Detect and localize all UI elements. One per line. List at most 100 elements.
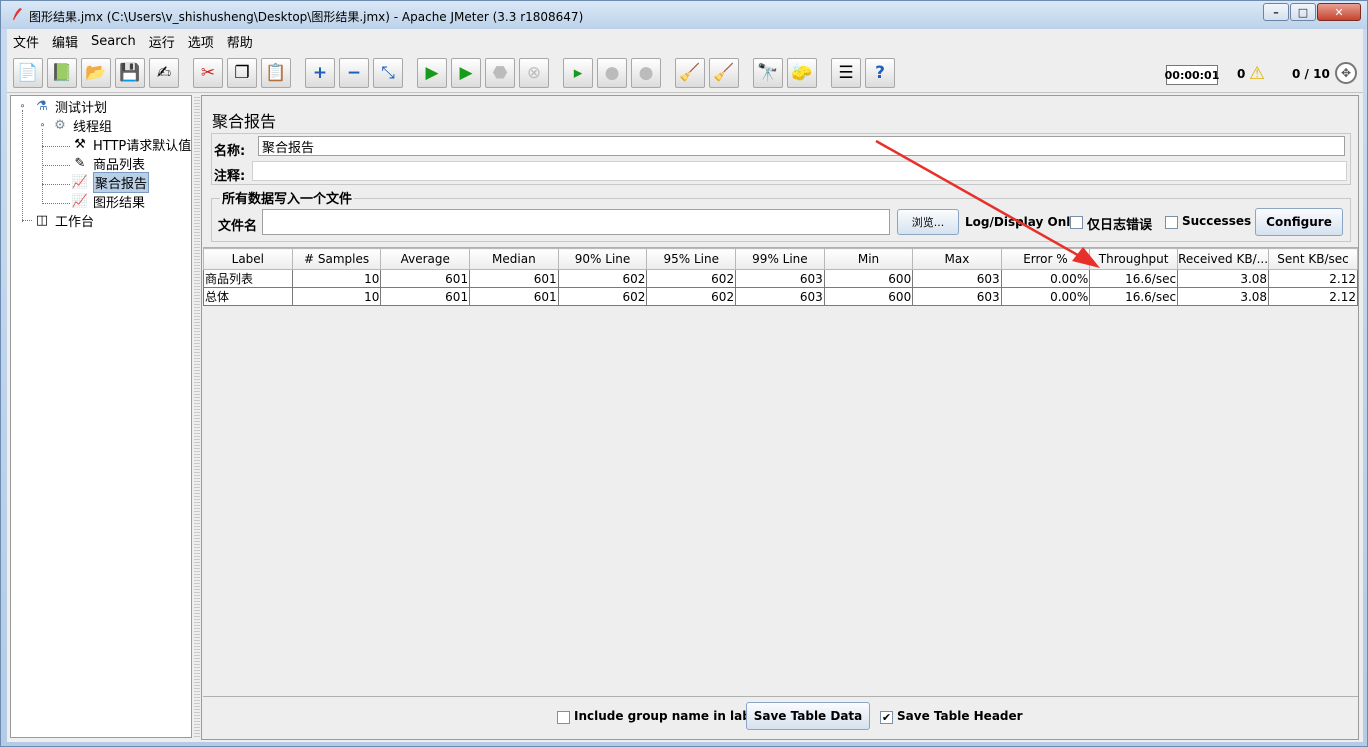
shutdown-icon[interactable]: ⊗ [519,58,549,88]
expander-thread-group[interactable]: ⚬ [38,121,47,131]
tree-item-http-defaults[interactable]: ⚒ HTTP请求默认值 [71,135,191,154]
jmeter-window: 图形结果.jmx (C:\Users\v_shishusheng\Desktop… [0,0,1368,747]
clear-all-icon[interactable]: 🧹 [709,58,739,88]
tree-item-aggregate-report[interactable]: 📈 聚合报告 [71,171,150,193]
new-icon[interactable]: 📄 [13,58,43,88]
table-actions-bar: Include group name in label? Save Table … [203,699,1358,739]
help-icon[interactable]: ? [865,58,895,88]
filename-label: 文件名 [218,219,258,234]
expander-plan[interactable]: ⚬ [18,102,27,112]
comment-field[interactable] [252,161,1347,181]
tree-line [42,129,43,204]
results-table: Label # Samples Average Median 90% Line … [203,248,1358,306]
tree-item-product-list[interactable]: ✎ 商品列表 [71,154,145,173]
table-row[interactable]: 商品列表 10 601 601 602 602 603 600 603 0.00… [203,269,1358,288]
save-table-header-checkbox[interactable]: ✔ [880,711,893,724]
name-field[interactable]: 聚合报告 [258,136,1345,156]
open-icon[interactable]: 📂 [81,58,111,88]
save-icon[interactable]: 💾 [115,58,145,88]
table-cell: 商品列表 [203,269,293,288]
column-header-99-line[interactable]: 99% Line [735,248,825,270]
menu-bar: 文件 编辑 Search 运行 选项 帮助 [7,29,1363,53]
maximize-icon: □ [1297,5,1309,19]
start-no-pauses-icon[interactable]: ▶ [451,58,481,88]
configure-button[interactable]: Configure [1255,208,1343,236]
log-display-only-label: Log/Display Only: [965,215,1083,229]
tree-item-graph-results[interactable]: 📈 图形结果 [71,192,145,211]
start-icon[interactable]: ▶ [417,58,447,88]
comment-label: 注释: [214,169,246,184]
cut-icon[interactable]: ✂ [193,58,223,88]
table-cell: 2.12 [1268,269,1358,288]
toggle-icon[interactable]: ⤡ [373,58,403,88]
column-header-samples[interactable]: # Samples [291,248,382,270]
errors-only-checkbox[interactable] [1070,216,1083,229]
save-as-icon[interactable]: ✍ [149,58,179,88]
pipette-icon: ✎ [74,155,86,171]
stop-icon[interactable]: ⬣ [485,58,515,88]
table-cell: 10 [291,287,382,306]
tree-item-test-plan[interactable]: ⚗ 测试计划 [33,97,108,116]
table-cell: 16.6/sec [1089,269,1179,288]
name-label: 名称: [214,144,246,159]
search-icon[interactable]: 🔭 [753,58,783,88]
collapse-icon[interactable]: − [339,58,369,88]
expand-icon[interactable]: + [305,58,335,88]
column-header-median[interactable]: Median [469,248,559,270]
remote-stop-icon[interactable]: ● [597,58,627,88]
column-header-label[interactable]: Label [203,248,293,270]
table-cell: 总体 [203,287,293,306]
paste-icon[interactable]: 📋 [261,58,291,88]
warning-icon[interactable]: ⚠ [1249,63,1265,84]
remote-start-icon[interactable]: ▸ [563,58,593,88]
warning-count: 0 [1237,67,1246,81]
table-cell: 600 [823,269,914,288]
close-button[interactable]: ✕ [1317,3,1361,21]
tree-item-thread-group[interactable]: ⚙ 线程组 [51,116,113,135]
column-header-average[interactable]: Average [380,248,471,270]
menu-search[interactable]: Search [91,34,136,49]
save-table-data-button[interactable]: Save Table Data [746,702,870,730]
errors-only-label: 仅日志错误 [1087,218,1153,233]
column-header-sent[interactable]: Sent KB/sec [1268,248,1358,270]
tree-line [42,203,70,204]
file-group-title: 所有数据写入一个文件 [220,188,355,207]
gear-icon: ⚙ [54,117,66,133]
table-cell: 601 [380,287,471,306]
column-header-95-line[interactable]: 95% Line [646,248,737,270]
table-cell: 602 [557,287,648,306]
split-pane-divider[interactable] [194,95,200,738]
tree-label: 测试计划 [55,100,108,116]
browse-button[interactable]: 浏览... [897,209,959,235]
maximize-button[interactable]: □ [1290,3,1316,21]
minimize-button[interactable]: – [1263,3,1289,21]
column-header-90-line[interactable]: 90% Line [557,248,648,270]
reset-search-icon[interactable]: 🧽 [787,58,817,88]
tree-line [42,184,70,185]
tree-item-workbench[interactable]: ◫ 工作台 [33,211,94,230]
column-header-error[interactable]: Error % [1000,248,1091,270]
column-header-throughput[interactable]: Throughput [1089,248,1179,270]
tree-label: 线程组 [73,119,113,135]
menu-file[interactable]: 文件 [13,32,39,51]
column-header-received[interactable]: Received KB/... [1177,248,1270,270]
column-header-min[interactable]: Min [823,248,914,270]
menu-options[interactable]: 选项 [188,32,214,51]
copy-icon[interactable]: ❐ [227,58,257,88]
successes-checkbox[interactable] [1165,216,1178,229]
filename-input[interactable] [262,209,890,235]
clear-icon[interactable]: 🧹 [675,58,705,88]
table-cell: 603 [912,287,1002,306]
function-helper-icon[interactable]: ☰ [831,58,861,88]
table-cell: 0.00% [1000,287,1091,306]
toolbar: 📄 📗 📂 💾 ✍ ✂ ❐ 📋 + − ⤡ ▶ ▶ ⬣ ⊗ ▸ ● ● 🧹 🧹 … [7,53,1363,93]
table-cell: 602 [646,269,737,288]
menu-run[interactable]: 运行 [149,32,175,51]
templates-icon[interactable]: 📗 [47,58,77,88]
include-group-checkbox[interactable] [557,711,570,724]
column-header-max[interactable]: Max [912,248,1002,270]
menu-help[interactable]: 帮助 [227,32,253,51]
menu-edit[interactable]: 编辑 [52,32,78,51]
remote-shutdown-icon[interactable]: ● [631,58,661,88]
table-row[interactable]: 总体 10 601 601 602 602 603 600 603 0.00% … [203,287,1358,306]
